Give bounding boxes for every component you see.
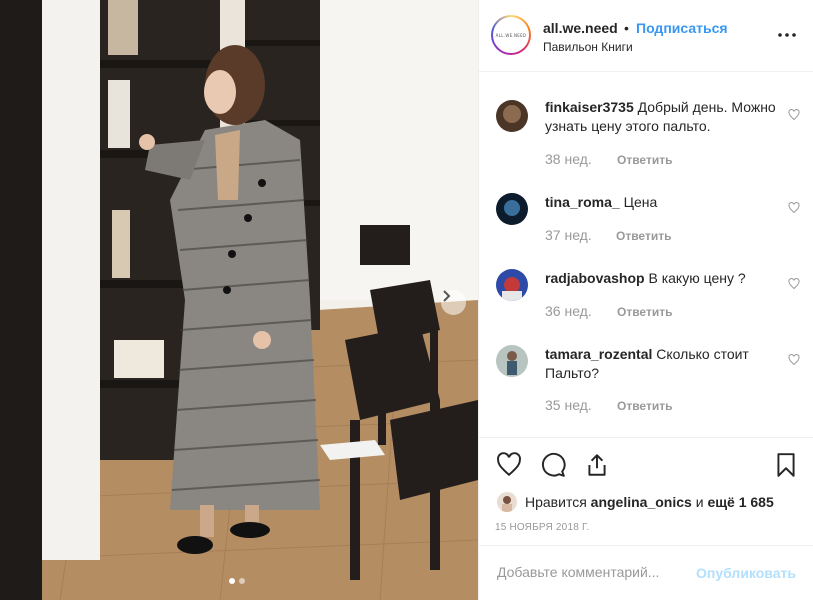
comment-text: finkaiser3735 Добрый день. Можно узнать … bbox=[545, 98, 780, 136]
comment-time[interactable]: 37 нед. bbox=[545, 227, 592, 243]
account-avatar[interactable]: ALL.WE.NEED bbox=[491, 15, 531, 55]
likes-summary: Нравится angelina_onics и ещё 1 685 bbox=[497, 492, 774, 512]
comment-body: В какую цену ? bbox=[648, 270, 746, 286]
comment-text: radjabovashop В какую цену ? bbox=[545, 269, 780, 288]
likes-count[interactable]: ещё 1 685 bbox=[707, 494, 773, 510]
reply-button[interactable]: Ответить bbox=[617, 305, 672, 319]
commenter-avatar[interactable] bbox=[496, 100, 528, 132]
commenter-avatar[interactable] bbox=[496, 345, 528, 377]
comment-username[interactable]: tamara_rozental bbox=[545, 346, 652, 362]
likes-joiner: и bbox=[695, 494, 704, 510]
carousel-dot-active bbox=[229, 578, 235, 584]
post-comment-button[interactable]: Опубликовать bbox=[696, 565, 796, 581]
comment-username[interactable]: radjabovashop bbox=[545, 270, 645, 286]
like-heart-icon[interactable] bbox=[496, 452, 522, 478]
post-panel: ALL.WE.NEED all.we.need • Подписаться Па… bbox=[478, 0, 813, 600]
carousel-dots bbox=[229, 578, 245, 584]
avatar-inner: ALL.WE.NEED bbox=[493, 17, 529, 53]
share-icon[interactable] bbox=[584, 452, 610, 478]
heart-icon[interactable] bbox=[788, 278, 800, 290]
follow-button[interactable]: Подписаться bbox=[636, 20, 728, 36]
comment-time[interactable]: 38 нед. bbox=[545, 151, 592, 167]
next-photo-button[interactable] bbox=[441, 290, 466, 315]
likes-prefix: Нравится bbox=[525, 494, 587, 510]
comment-username[interactable]: finkaiser3735 bbox=[545, 99, 634, 115]
carousel-dot bbox=[239, 578, 245, 584]
reply-button[interactable]: Ответить bbox=[617, 399, 672, 413]
comment-text: tina_roma_ Цена bbox=[545, 193, 780, 212]
post-date[interactable]: 15 ноября 2018 г. bbox=[495, 522, 589, 533]
header-separator: • bbox=[624, 20, 629, 36]
comment-time[interactable]: 36 нед. bbox=[545, 303, 592, 319]
comment-body: Цена bbox=[623, 194, 658, 210]
commenter-avatar[interactable] bbox=[496, 269, 528, 301]
photo-image bbox=[0, 0, 478, 600]
comment-input[interactable] bbox=[497, 564, 687, 580]
post-photo[interactable] bbox=[0, 0, 478, 600]
heart-icon[interactable] bbox=[788, 354, 800, 366]
heart-icon[interactable] bbox=[788, 202, 800, 214]
comment-bubble-icon[interactable] bbox=[540, 452, 566, 478]
heart-icon[interactable] bbox=[788, 109, 800, 121]
post-actions: Нравится angelina_onics и ещё 1 685 15 н… bbox=[479, 437, 813, 545]
liker-avatar[interactable] bbox=[497, 492, 517, 512]
commenter-avatar[interactable] bbox=[496, 193, 528, 225]
comment-time[interactable]: 35 нед. bbox=[545, 397, 592, 413]
reply-button[interactable]: Ответить bbox=[617, 153, 672, 167]
liker-username[interactable]: angelina_onics bbox=[591, 494, 692, 510]
more-options-icon[interactable] bbox=[777, 26, 797, 44]
reply-button[interactable]: Ответить bbox=[616, 229, 671, 243]
post-header: ALL.WE.NEED all.we.need • Подписаться Па… bbox=[479, 0, 813, 72]
avatar-logo-text: ALL.WE.NEED bbox=[495, 32, 527, 38]
comment-text: tamara_rozental Сколько стоит Пальто? bbox=[545, 345, 780, 383]
chevron-right-icon bbox=[443, 290, 451, 302]
bookmark-icon[interactable] bbox=[773, 452, 799, 478]
comment-username[interactable]: tina_roma_ bbox=[545, 194, 620, 210]
add-comment-bar: Опубликовать bbox=[479, 545, 813, 600]
account-username[interactable]: all.we.need bbox=[543, 20, 618, 36]
comments-list[interactable]: finkaiser3735 Добрый день. Можно узнать … bbox=[479, 72, 813, 437]
post-location[interactable]: Павильон Книги bbox=[543, 40, 633, 54]
